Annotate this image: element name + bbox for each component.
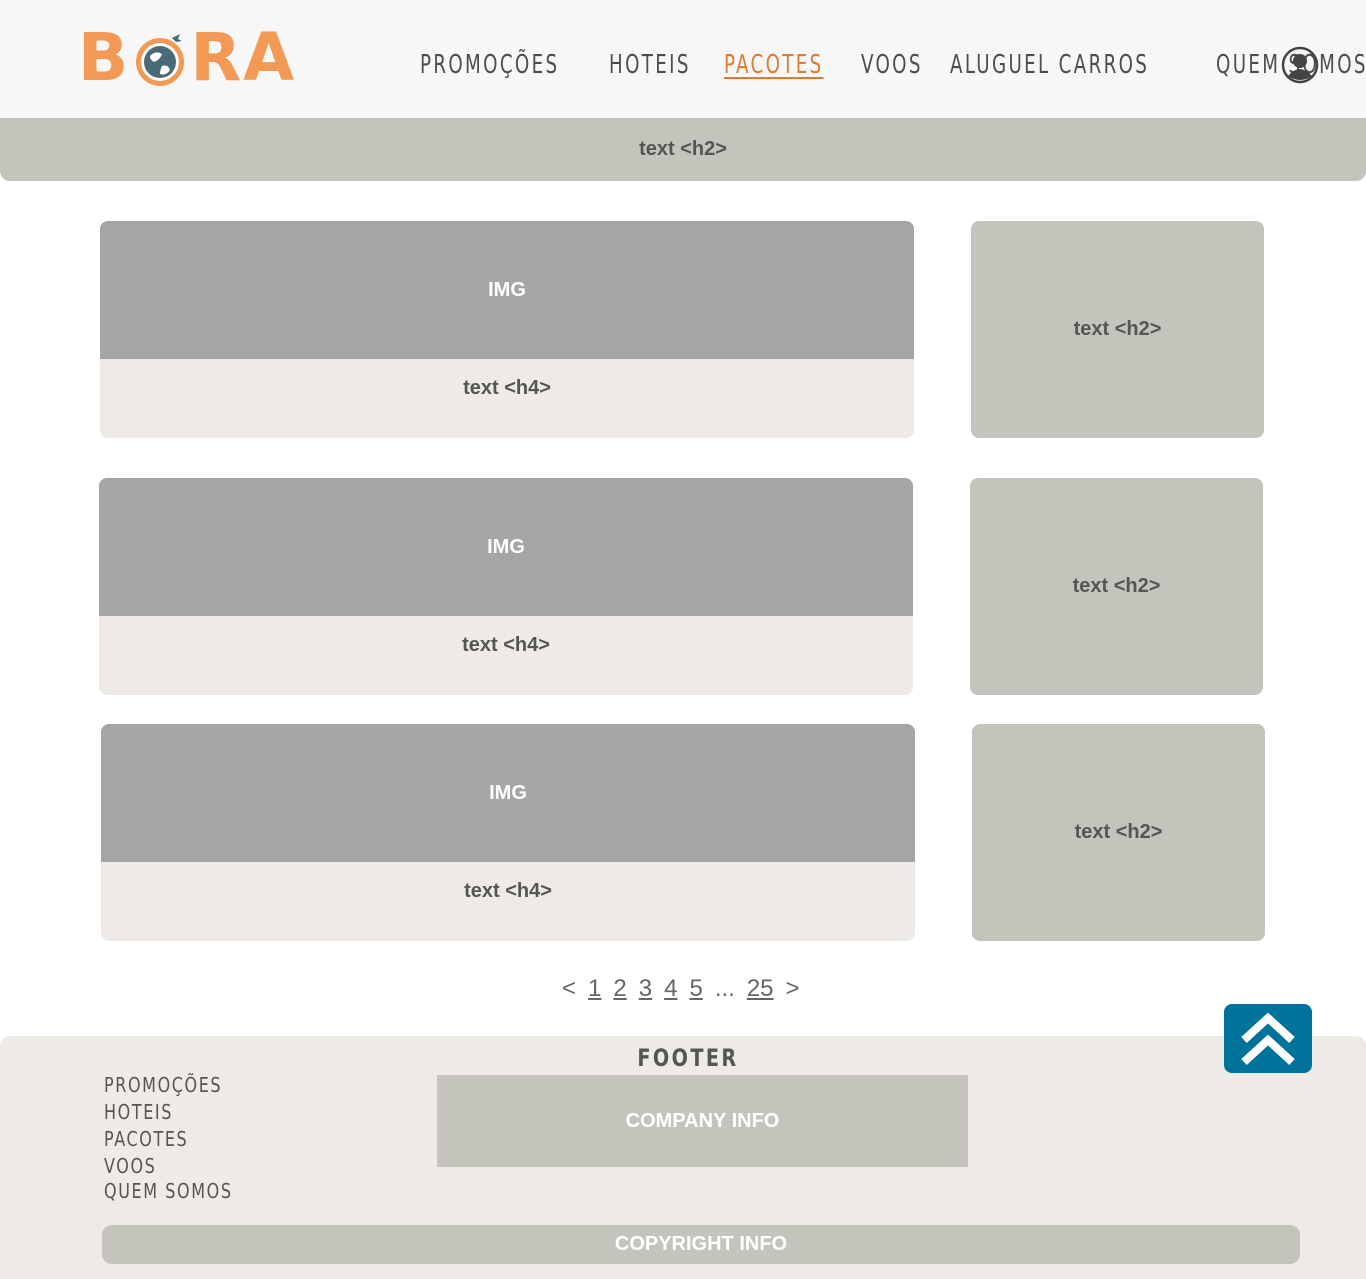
footer-link-voos[interactable]: VOOS	[104, 1153, 233, 1180]
package-card[interactable]: IMG text <h4>	[101, 724, 915, 941]
pagination-page[interactable]: 2	[613, 975, 626, 1003]
footer-links: PROMOÇÕES HOTEIS PACOTES VOOS QUEM SOMOS	[104, 1072, 265, 1202]
logo[interactable]: B RA	[78, 19, 298, 96]
logo-letter-b: B	[78, 18, 131, 96]
footer-link-promocoes[interactable]: PROMOÇÕES	[104, 1072, 233, 1099]
package-card[interactable]: IMG text <h4>	[100, 221, 914, 438]
nav-voos[interactable]: VOOS	[861, 50, 923, 80]
user-account-icon[interactable]	[1281, 46, 1319, 84]
page-title-bar: text <h2>	[0, 118, 1366, 181]
logo-letters-ra: RA	[190, 18, 297, 96]
pagination-page[interactable]: 4	[664, 975, 677, 1003]
package-card[interactable]: IMG text <h4>	[99, 478, 913, 695]
card-caption: text <h4>	[463, 377, 551, 399]
nav-hoteis[interactable]: HOTEIS	[609, 50, 691, 80]
company-info: COMPANY INFO	[437, 1075, 968, 1167]
pagination-next[interactable]: >	[786, 975, 800, 1003]
card-side-panel[interactable]: text <h2>	[970, 478, 1263, 695]
main-nav: PROMOÇÕES HOTEIS PACOTES VOOS ALUGUEL CA…	[420, 50, 1366, 80]
pagination-page[interactable]: 1	[588, 975, 601, 1003]
footer-link-pacotes[interactable]: PACOTES	[104, 1126, 233, 1153]
pagination-page[interactable]: 5	[689, 975, 702, 1003]
pagination: < 1 2 3 4 5 ... 25 >	[562, 975, 800, 1003]
footer-link-hoteis[interactable]: HOTEIS	[104, 1099, 233, 1126]
pagination-page[interactable]: 3	[639, 975, 652, 1003]
globe-icon	[132, 29, 188, 89]
card-image: IMG	[101, 724, 915, 862]
pagination-ellipsis: ...	[714, 975, 735, 1002]
card-side-panel[interactable]: text <h2>	[971, 221, 1264, 438]
double-chevron-up-icon	[1241, 1012, 1295, 1065]
card-image: IMG	[99, 478, 913, 616]
footer-link-quem-somos[interactable]: QUEM SOMOS	[104, 1180, 233, 1202]
header: B RA PROMOÇÕES HOTEIS PACOTES VOOS ALUGU…	[0, 0, 1366, 120]
card-image: IMG	[100, 221, 914, 359]
card-caption: text <h4>	[464, 880, 552, 902]
card-side-panel[interactable]: text <h2>	[972, 724, 1265, 941]
footer-title: FOOTER	[637, 1044, 739, 1072]
copyright-info: COPYRIGHT INFO	[102, 1225, 1300, 1264]
footer: FOOTER PROMOÇÕES HOTEIS PACOTES VOOS QUE…	[0, 1036, 1366, 1279]
pagination-last-page[interactable]: 25	[747, 975, 774, 1003]
nav-promocoes[interactable]: PROMOÇÕES	[420, 50, 559, 80]
card-caption: text <h4>	[462, 634, 550, 656]
back-to-top-button[interactable]	[1224, 1004, 1312, 1073]
nav-aluguel-carros[interactable]: ALUGUEL CARROS	[950, 50, 1149, 80]
nav-pacotes[interactable]: PACOTES	[724, 50, 824, 80]
pagination-prev[interactable]: <	[562, 975, 576, 1003]
